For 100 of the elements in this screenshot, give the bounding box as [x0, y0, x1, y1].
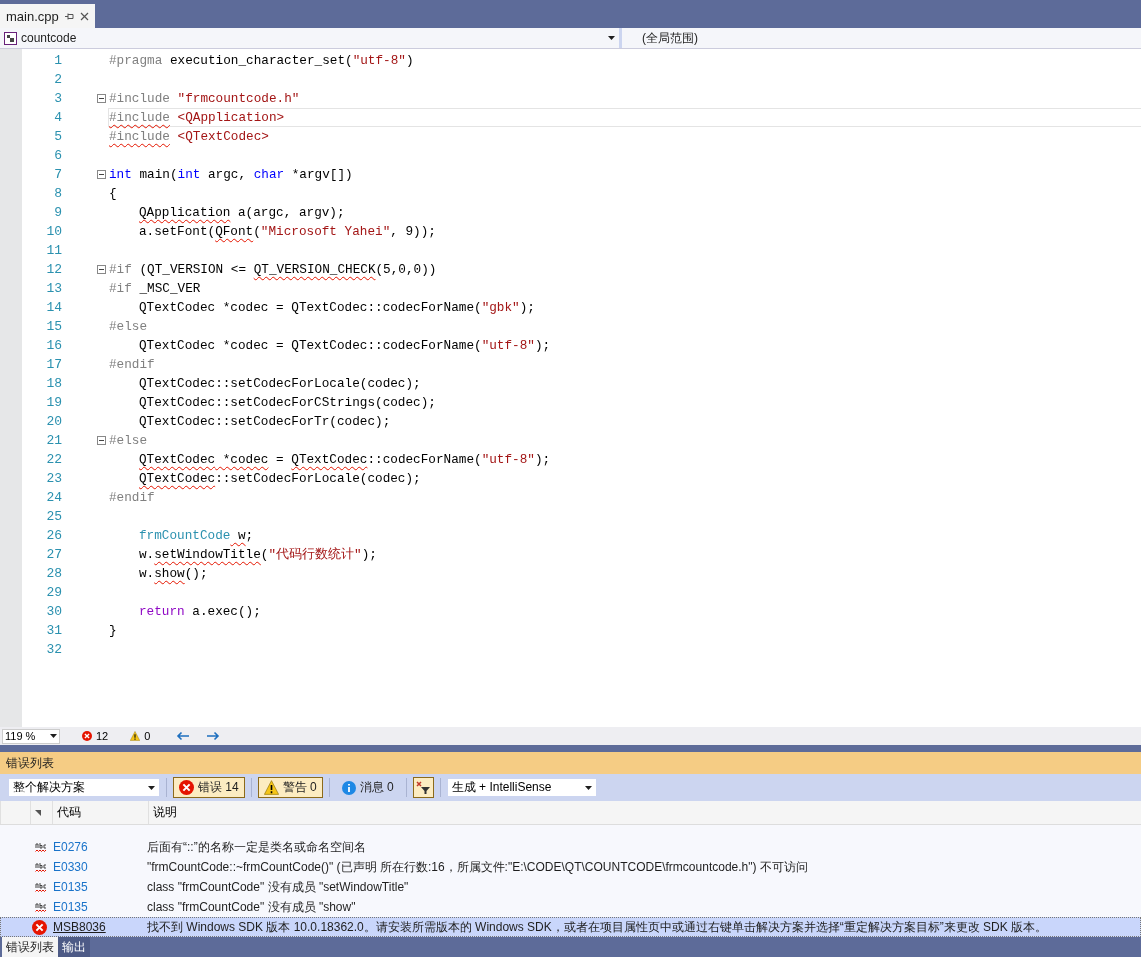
error-row[interactable]: E0276 后面有“::”的名称一定是类名或命名空间名 — [0, 837, 1141, 857]
project-icon — [4, 31, 17, 45]
error-code-link[interactable]: E0135 — [53, 880, 147, 894]
error-code-link[interactable]: MSB8036 — [53, 920, 147, 934]
code-line: QTextCodec *codec = QTextCodec::codecForName("utf-8"); — [139, 338, 551, 353]
pin-icon[interactable] — [64, 11, 74, 21]
code-line: a.setFont(QFont("Microsoft Yahei", 9)); — [139, 224, 436, 239]
code-line: #else — [109, 319, 148, 334]
line-number: 2 — [53, 72, 62, 87]
code-line: { — [109, 186, 117, 201]
scope-dropdown[interactable]: (全局范围) — [622, 29, 698, 47]
line-number: 19 — [45, 395, 62, 410]
line-number: 31 — [45, 623, 62, 638]
filter-button[interactable]: 消息 0 — [335, 777, 400, 798]
error-row[interactable]: MSB8036 找不到 Windows SDK 版本 10.0.18362.0。请安装所需版本的 Windows SDK，或者在项目属性页中或通过右键单击解决方案并选择“重定解决方案目标”来更改 SDK 版本。 — [0, 917, 1141, 937]
line-number: 30 — [45, 604, 62, 619]
spelling-icon — [35, 841, 47, 853]
filter-button[interactable]: 警告 0 — [257, 777, 323, 798]
line-number: 18 — [45, 376, 62, 391]
caret-icon — [584, 785, 592, 790]
line-number: 17 — [45, 357, 62, 372]
filter-button[interactable]: 错误 14 — [173, 777, 245, 798]
code-line: #endif — [109, 357, 155, 372]
error-code-link[interactable]: E0276 — [53, 840, 147, 854]
close-icon[interactable] — [79, 11, 89, 21]
caret-icon — [148, 785, 155, 790]
line-number: 6 — [53, 148, 62, 163]
line-number: 28 — [45, 566, 62, 581]
line-number: 23 — [45, 471, 62, 486]
spelling-icon — [35, 861, 47, 873]
clear-filter-button[interactable] — [412, 777, 434, 798]
line-number: 27 — [45, 547, 62, 562]
panel-tab[interactable]: 输出 — [58, 937, 90, 957]
error-icon — [32, 919, 47, 935]
error-description: class "frmCountCode" 没有成员 "setWindowTitle" — [147, 878, 409, 896]
spelling-icon — [35, 881, 47, 893]
code-line: QTextCodec *codec = QTextCodec::codecForName("gbk"); — [139, 300, 535, 315]
error-icon — [82, 731, 92, 741]
line-number: 7 — [53, 167, 62, 182]
code-line: QTextCodec::setCodecForLocale(codec); — [139, 471, 421, 486]
code-line: #if (QT_VERSION <= QT_VERSION_CHECK(5,0,0)) — [109, 262, 437, 277]
error-count: 12 — [96, 730, 109, 742]
collapse-icon[interactable] — [97, 265, 106, 274]
line-number: 20 — [45, 414, 62, 429]
line-number: 22 — [45, 452, 62, 467]
code-line: #pragma execution_character_set("utf-8") — [109, 53, 414, 68]
source-dropdown[interactable]: 生成 + IntelliSense — [446, 778, 597, 797]
collapse-icon[interactable] — [97, 436, 106, 445]
error-code-link[interactable]: E0330 — [53, 860, 147, 874]
editor-tab[interactable]: main.cpp — [0, 4, 95, 28]
code-line: frmCountCode w; — [139, 528, 254, 543]
code-line: #endif — [109, 490, 155, 505]
panel-title: 错误列表 — [0, 752, 1141, 774]
error-row[interactable]: E0330 "frmCountCode::~frmCountCode()" (已声明 所在行数:16，所属文件:"E:\CODE\QT\COUNTCODE\frmcountcode.h") 不可访问 — [0, 857, 1141, 877]
line-number: 15 — [45, 319, 62, 334]
collapse-icon[interactable] — [97, 94, 106, 103]
column-header[interactable]: 代码 — [57, 804, 81, 821]
warning-count: 0 — [144, 730, 151, 742]
error-row[interactable]: E0135 class "frmCountCode" 没有成员 "setWindowTitle" — [0, 877, 1141, 897]
code-line: #if _MSC_VER — [109, 281, 201, 296]
collapse-icon[interactable] — [97, 170, 106, 179]
line-number: 32 — [45, 642, 62, 657]
zoom-dropdown[interactable]: 119 % — [2, 728, 60, 744]
line-number: 11 — [45, 243, 62, 258]
code-line: QTextCodec::setCodecForCStrings(codec); — [139, 395, 436, 410]
code-line: #else — [109, 433, 148, 448]
code-line: QTextCodec::setCodecForLocale(codec); — [139, 376, 421, 391]
line-number: 8 — [53, 186, 62, 201]
warning-icon — [130, 731, 141, 741]
code-line: #include <QTextCodec> — [109, 129, 269, 144]
code-line: QApplication a(argc, argv); — [139, 205, 345, 220]
spelling-icon — [35, 901, 47, 913]
error-description: 后面有“::”的名称一定是类名或命名空间名 — [147, 838, 366, 856]
caret-icon — [608, 36, 615, 40]
line-number: 21 — [45, 433, 62, 448]
forward-arrow-icon[interactable] — [206, 731, 221, 741]
line-number: 4 — [53, 110, 62, 125]
line-number: 3 — [53, 91, 62, 106]
line-number: 26 — [45, 528, 62, 543]
line-number: 25 — [45, 509, 62, 524]
line-number: 14 — [45, 300, 62, 315]
error-code-link[interactable]: E0135 — [53, 900, 147, 914]
error-row[interactable]: E0135 class "frmCountCode" 没有成员 "show" — [0, 897, 1141, 917]
line-number: 12 — [45, 262, 62, 277]
error-icon — [179, 780, 194, 795]
code-line: QTextCodec *codec = QTextCodec::codecForName("utf-8"); — [139, 452, 551, 467]
code-line: w.setWindowTitle("代码行数统计"); — [139, 546, 377, 563]
caret-icon — [50, 734, 57, 738]
back-arrow-icon[interactable] — [176, 731, 191, 741]
line-number: 29 — [45, 585, 62, 600]
column-header[interactable]: 说明 — [153, 804, 177, 821]
filter-icon — [415, 780, 431, 795]
sort-icon[interactable] — [35, 809, 41, 816]
error-description: class "frmCountCode" 没有成员 "show" — [147, 898, 356, 916]
panel-tab[interactable]: 错误列表 — [2, 937, 58, 957]
code-line: int main(int argc, char *argv[]) — [109, 167, 353, 182]
error-description: "frmCountCode::~frmCountCode()" (已声明 所在行数:16，所属文件:"E:\CODE\QT\COUNTCODE\frmcountcode.h") 不可访问 — [147, 858, 808, 876]
line-number: 5 — [53, 129, 62, 144]
line-number: 9 — [53, 205, 62, 220]
scope-dropdown[interactable]: 整个解决方案 — [8, 778, 160, 797]
